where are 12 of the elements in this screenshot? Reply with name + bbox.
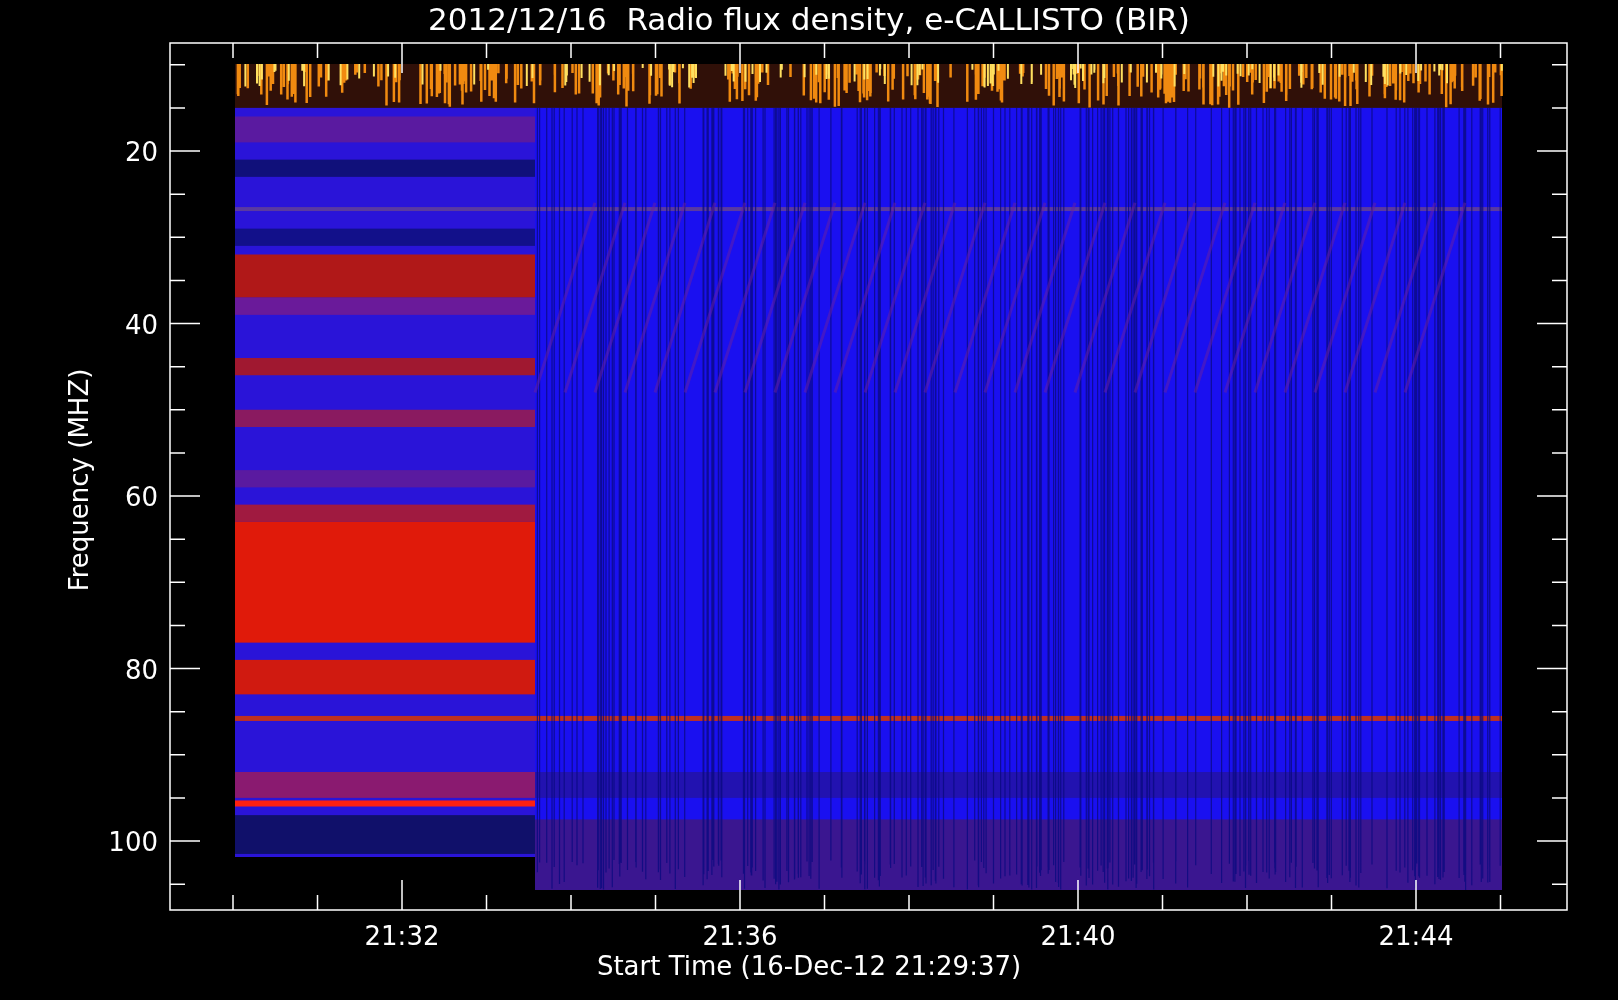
y-tick-label: 80 xyxy=(124,654,158,685)
x-tick-label: 21:44 xyxy=(1378,921,1454,951)
y-axis-label: Frequency (MHZ) xyxy=(64,368,94,592)
x-tick-label: 21:36 xyxy=(702,921,778,951)
y-tick-label: 60 xyxy=(124,482,158,512)
x-axis-label: Start Time (16-Dec-12 21:29:37) xyxy=(596,951,1022,981)
y-tick-label: 100 xyxy=(108,827,158,857)
x-tick-label: 21:40 xyxy=(1040,921,1116,951)
y-tick-label: 40 xyxy=(124,309,158,340)
y-tick-label: 20 xyxy=(124,137,158,167)
chart-title: 2012/12/16 Radio flux density, e-CALLISTO (BIR) xyxy=(428,1,1190,37)
x-tick-label: 21:32 xyxy=(364,921,440,951)
